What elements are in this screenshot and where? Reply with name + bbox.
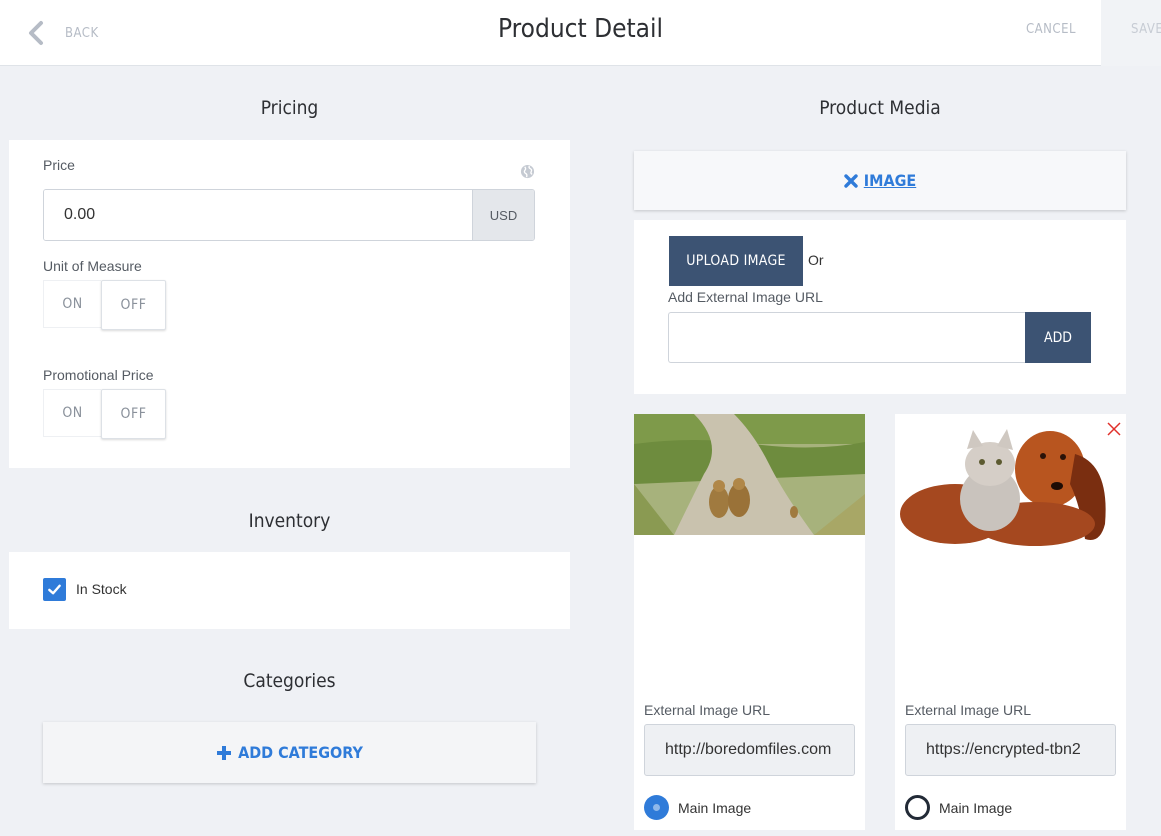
image-url-label: External Image URL	[905, 702, 1032, 718]
main-image-radio-selected[interactable]	[644, 795, 669, 820]
promotional-price-toggle: ON OFF	[43, 389, 166, 439]
image-card: External Image URL Main Image	[634, 414, 865, 830]
unit-of-measure-off[interactable]: OFF	[101, 280, 166, 330]
unit-of-measure-label: Unit of Measure	[43, 258, 142, 274]
inventory-card: In Stock	[9, 552, 570, 629]
back-label: BACK	[65, 25, 99, 41]
image-toggle-label: IMAGE	[863, 171, 917, 190]
main-image-radio[interactable]	[905, 795, 930, 820]
page-title: Product Detail	[497, 14, 664, 44]
unit-of-measure-toggle: ON OFF	[43, 280, 166, 330]
image-url-input[interactable]	[644, 724, 855, 776]
save-button[interactable]: SAVE	[1131, 22, 1161, 37]
upload-card: UPLOAD IMAGE Or Add External Image URL A…	[634, 220, 1126, 394]
globe-icon[interactable]	[520, 164, 535, 179]
add-category-label: ADD CATEGORY	[238, 743, 363, 762]
external-url-input[interactable]	[668, 312, 1026, 363]
upload-image-button[interactable]: UPLOAD IMAGE	[669, 236, 803, 286]
promotional-price-on[interactable]: ON	[43, 389, 101, 437]
categories-title: Categories	[243, 670, 336, 692]
cancel-button[interactable]: CANCEL	[1026, 22, 1076, 37]
top-bar: BACK Product Detail CANCEL SAVE	[0, 0, 1161, 66]
lions-on-road-image	[634, 414, 865, 535]
back-button[interactable]: BACK	[26, 20, 99, 46]
unit-of-measure-on[interactable]: ON	[43, 280, 101, 328]
close-icon	[844, 173, 858, 188]
in-stock-label: In Stock	[76, 581, 127, 597]
inventory-title: Inventory	[248, 510, 331, 532]
image-url-label: External Image URL	[644, 702, 771, 718]
image-url-input[interactable]	[905, 724, 1116, 776]
promotional-price-label: Promotional Price	[43, 367, 154, 383]
in-stock-checkbox[interactable]	[43, 578, 66, 601]
main-image-label: Main Image	[678, 800, 752, 816]
add-url-button[interactable]: ADD	[1025, 312, 1091, 363]
price-label: Price	[43, 157, 75, 173]
promotional-price-off[interactable]: OFF	[101, 389, 166, 439]
add-category-button[interactable]: ADD CATEGORY	[43, 722, 536, 783]
or-label: Or	[808, 252, 824, 268]
product-media-title: Product Media	[819, 97, 941, 119]
checkmark-icon	[48, 584, 61, 595]
currency-addon: USD	[472, 190, 534, 240]
kitten-and-dachshund-image	[895, 414, 1126, 564]
pricing-card: Price USD Unit of Measure ON OFF Promoti…	[9, 140, 570, 468]
image-card: External Image URL Main Image	[895, 414, 1126, 830]
main-image-label: Main Image	[939, 800, 1013, 816]
external-url-label: Add External Image URL	[668, 289, 823, 305]
pricing-title: Pricing	[260, 97, 319, 119]
save-button-area: SAVE	[1101, 0, 1161, 66]
plus-icon	[217, 745, 232, 760]
price-input-group: USD	[43, 189, 535, 241]
chevron-left-icon	[29, 21, 43, 45]
image-toggle-button[interactable]: IMAGE	[634, 151, 1126, 210]
price-input[interactable]	[44, 190, 472, 240]
remove-image-icon[interactable]	[1106, 421, 1122, 437]
